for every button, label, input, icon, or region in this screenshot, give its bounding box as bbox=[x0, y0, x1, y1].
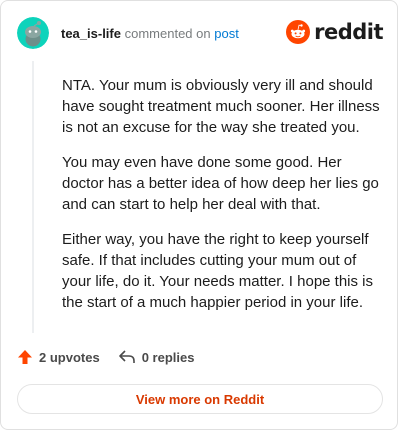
comment-meta: tea_is-life commented on post bbox=[61, 26, 239, 42]
upvotes-count: 2 upvotes bbox=[39, 349, 100, 365]
view-more-label: View more on Reddit bbox=[135, 391, 265, 407]
upvote-button[interactable]: 2 upvotes bbox=[17, 349, 100, 365]
comment-paragraph: NTA. Your mum is obviously very ill and … bbox=[62, 77, 380, 136]
embedded-comment-card: tea_is-life commented on post reddit NTA… bbox=[0, 0, 398, 430]
snoo-avatar-icon bbox=[17, 17, 49, 49]
comment-paragraph: Either way, you have the right to keep y… bbox=[62, 231, 374, 311]
thread-line bbox=[32, 61, 34, 333]
comment-body: NTA. Your mum is obviously very ill and … bbox=[62, 75, 382, 327]
commented-on-text: commented on bbox=[124, 26, 211, 41]
view-more-button[interactable]: View more on Reddit bbox=[17, 384, 383, 414]
reddit-snoo-icon bbox=[286, 20, 311, 44]
upvote-arrow-icon bbox=[18, 350, 32, 364]
reddit-logo[interactable]: reddit bbox=[286, 20, 383, 44]
reddit-wordmark: reddit bbox=[314, 20, 383, 44]
username[interactable]: tea_is-life bbox=[61, 26, 121, 41]
replies-count: 0 replies bbox=[141, 349, 195, 365]
avatar[interactable] bbox=[17, 17, 49, 49]
comment-paragraph: You may even have done some good. Her do… bbox=[62, 154, 379, 213]
reply-button[interactable]: 0 replies bbox=[118, 349, 195, 365]
comment-actions: 2 upvotes 0 replies bbox=[17, 349, 212, 365]
reply-arrow-icon bbox=[118, 350, 135, 363]
post-link[interactable]: post bbox=[214, 26, 239, 41]
